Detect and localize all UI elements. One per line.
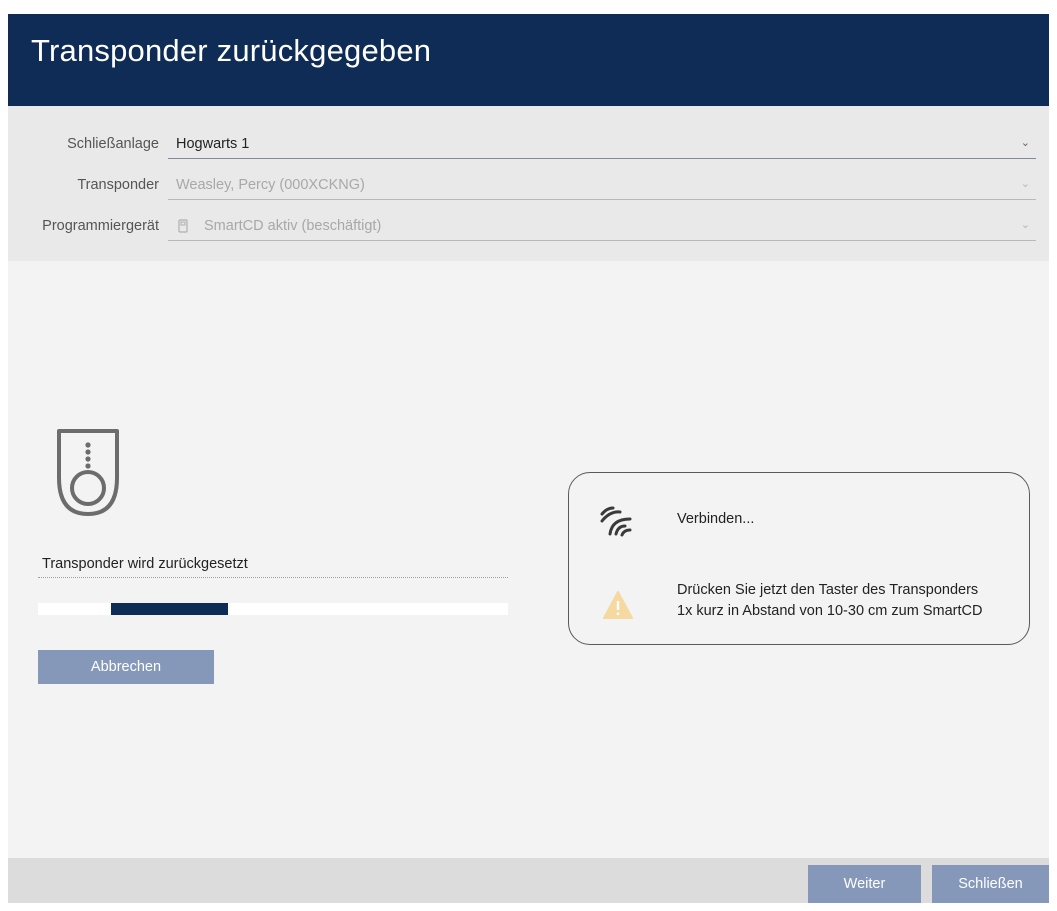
wireless-signal-icon: [598, 504, 636, 543]
smartcd-device-icon: [178, 219, 188, 238]
close-button[interactable]: Schließen: [932, 865, 1049, 903]
dialog-window: Transponder zurückgegeben Schließanlage …: [8, 14, 1049, 903]
footer-bar: Weiter Schließen: [8, 858, 1049, 903]
form-section: Schließanlage Hogwarts 1 ⌄ Transponder W…: [8, 106, 1049, 261]
device-row: Programmiergerät SmartCD aktiv (beschäft…: [8, 214, 1049, 241]
progress-fill: [110, 603, 229, 615]
hint-text: Drücken Sie jetzt den Taster des Transpo…: [677, 580, 982, 622]
connecting-text: Verbinden...: [677, 511, 755, 527]
dialog-title: Transponder zurückgegeben: [31, 33, 432, 68]
warning-triangle-icon: [602, 590, 634, 625]
device-select: SmartCD aktiv (beschäftigt) ⌄: [168, 214, 1036, 241]
transponder-label: Transponder: [77, 177, 159, 193]
hint-line-1: Drücken Sie jetzt den Taster des Transpo…: [677, 582, 979, 598]
chevron-down-icon: ⌄: [1020, 219, 1030, 231]
transponder-key-icon: [52, 428, 124, 523]
transponder-select: Weasley, Percy (000XCKNG) ⌄: [168, 173, 1036, 200]
status-label: Transponder wird zurückgesetzt: [38, 556, 508, 578]
system-value: Hogwarts 1: [176, 136, 250, 152]
chevron-down-icon: ⌄: [1020, 178, 1030, 190]
info-panel: Verbinden... Drücken Sie jetzt den Taste…: [568, 472, 1030, 645]
next-button[interactable]: Weiter: [808, 865, 921, 903]
system-row: Schließanlage Hogwarts 1 ⌄: [8, 132, 1049, 159]
transponder-value: Weasley, Percy (000XCKNG): [176, 177, 365, 193]
title-bar: Transponder zurückgegeben: [8, 14, 1049, 106]
cancel-button[interactable]: Abbrechen: [38, 650, 214, 684]
device-label: Programmiergerät: [42, 218, 159, 234]
hint-line-2: 1x kurz in Abstand von 10-30 cm zum Smar…: [677, 603, 983, 619]
system-select[interactable]: Hogwarts 1 ⌄: [168, 132, 1036, 159]
device-value: SmartCD aktiv (beschäftigt): [204, 218, 382, 234]
chevron-down-icon[interactable]: ⌄: [1021, 136, 1030, 149]
transponder-row: Transponder Weasley, Percy (000XCKNG) ⌄: [8, 173, 1049, 200]
system-label: Schließanlage: [67, 136, 159, 152]
progress-bar: [38, 603, 508, 615]
